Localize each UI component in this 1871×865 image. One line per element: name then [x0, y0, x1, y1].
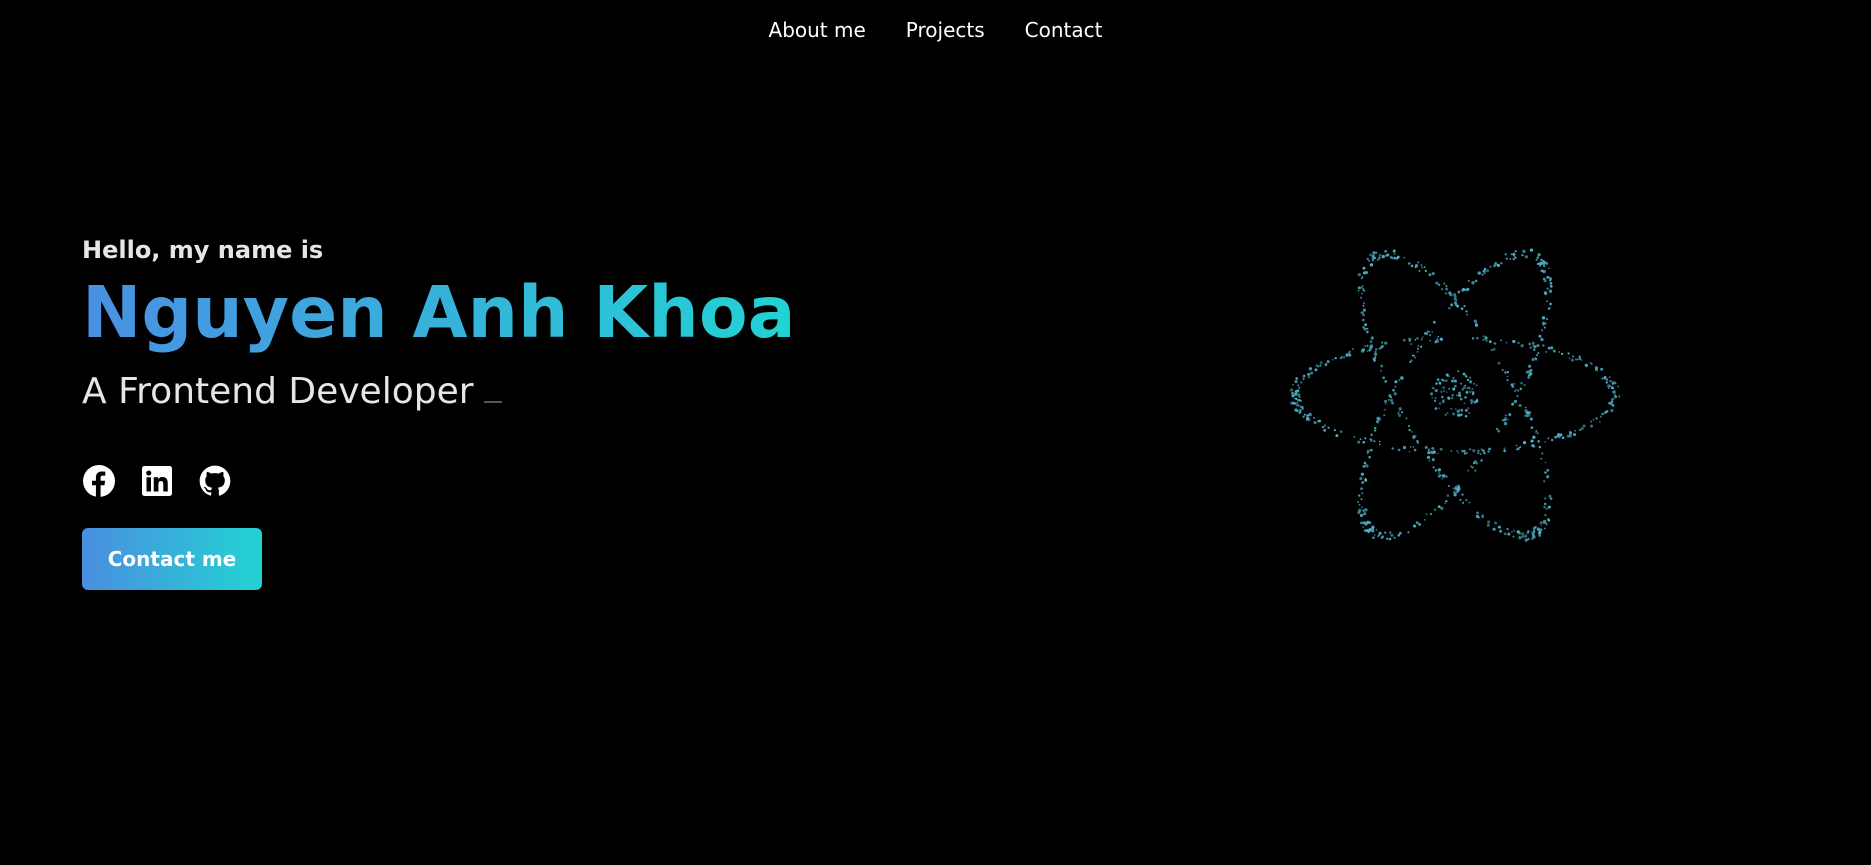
contact-me-button[interactable]: Contact me: [82, 528, 262, 591]
nav-contact[interactable]: Contact: [1025, 18, 1103, 42]
github-link[interactable]: [198, 464, 232, 498]
typing-cursor: [483, 401, 502, 404]
social-links: [82, 464, 796, 498]
atom-particles: [1290, 248, 1620, 542]
facebook-icon: [83, 465, 115, 498]
nav-projects[interactable]: Projects: [906, 18, 985, 42]
nav-about-me[interactable]: About me: [769, 18, 866, 42]
hero-role-text: A Frontend Developer: [82, 371, 474, 413]
hero-section: Hello, my name is Nguyen Anh Khoa A Fron…: [82, 236, 796, 591]
page: About me Projects Contact Hello, my name…: [0, 0, 1871, 865]
linkedin-icon: [142, 466, 172, 497]
linkedin-link[interactable]: [140, 464, 174, 498]
facebook-link[interactable]: [82, 464, 116, 498]
hero-greeting: Hello, my name is: [82, 236, 324, 264]
react-atom-graphic: [1290, 248, 1620, 542]
hero-name: Nguyen Anh Khoa: [82, 271, 796, 354]
github-icon: [199, 465, 231, 496]
top-nav: About me Projects Contact: [0, 18, 1871, 42]
hero-role: A Frontend Developer: [82, 371, 796, 412]
